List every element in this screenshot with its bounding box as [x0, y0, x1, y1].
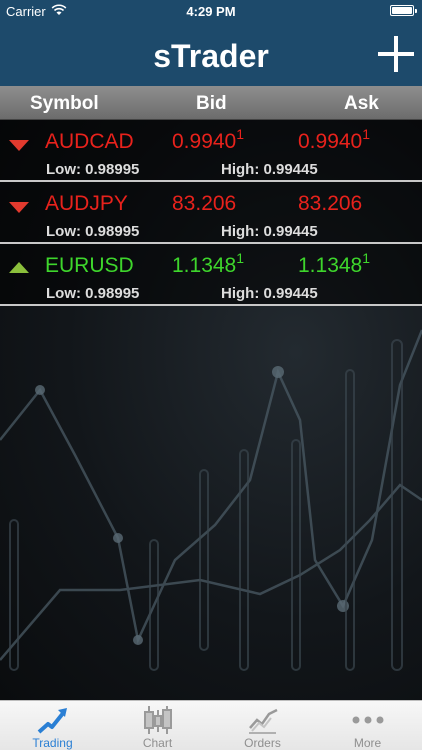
tab-trading[interactable]: Trading — [0, 701, 105, 750]
app-title: sTrader — [153, 38, 269, 74]
symbol-column-header: Symbol — [30, 93, 99, 114]
low-price: Low: 0.98995 — [46, 161, 140, 178]
high-price: High: 0.99445 — [221, 223, 318, 240]
symbol-name: AUDCAD — [45, 130, 134, 153]
tab-label: Chart — [142, 736, 173, 750]
bid-price: 0.99401 — [172, 126, 245, 153]
quote-row-audjpy[interactable]: AUDJPY 83.206 83.206 Low: 0.98995 High: … — [0, 182, 422, 244]
bid-column-header: Bid — [196, 93, 227, 114]
battery-icon — [390, 5, 417, 16]
high-price: High: 0.99445 — [221, 285, 318, 302]
status-bar: Carrier 4:29 PM — [0, 0, 422, 22]
low-price: Low: 0.98995 — [46, 223, 140, 240]
clock: 4:29 PM — [186, 4, 236, 19]
price-up-arrow-icon — [9, 262, 29, 273]
tab-orders[interactable]: Orders — [210, 701, 315, 750]
add-symbol-button[interactable] — [378, 36, 414, 72]
symbol-name: AUDJPY — [45, 192, 128, 215]
tab-bar: Trading Chart Orders More — [0, 700, 422, 750]
quotes-header: Symbol Bid Ask — [0, 86, 422, 120]
ask-price: 83.206 — [298, 192, 363, 215]
trading-icon — [37, 708, 67, 734]
bid-price: 1.13481 — [172, 250, 245, 277]
price-down-arrow-icon — [9, 202, 29, 213]
orders-chart-icon — [249, 708, 278, 734]
tab-label: More — [353, 736, 382, 750]
symbol-name: EURUSD — [45, 254, 134, 277]
tab-more[interactable]: More — [315, 701, 420, 750]
more-dots-icon — [352, 716, 384, 724]
tab-label: Orders — [244, 736, 281, 750]
price-down-arrow-icon — [9, 140, 29, 151]
ask-price: 1.13481 — [298, 250, 371, 277]
ask-column-header: Ask — [344, 93, 379, 114]
high-price: High: 0.99445 — [221, 161, 318, 178]
tab-label: Trading — [32, 736, 73, 750]
nav-bar: sTrader — [0, 22, 422, 86]
quote-row-eurusd[interactable]: EURUSD 1.13481 1.13481 Low: 0.98995 High… — [0, 244, 422, 306]
candlestick-icon — [144, 706, 172, 734]
bid-price: 83.206 — [172, 192, 237, 215]
low-price: Low: 0.98995 — [46, 285, 140, 302]
quote-row-audcad[interactable]: AUDCAD 0.99401 0.99401 Low: 0.98995 High… — [0, 120, 422, 182]
tab-chart[interactable]: Chart — [105, 701, 210, 750]
ask-price: 0.99401 — [298, 126, 371, 153]
